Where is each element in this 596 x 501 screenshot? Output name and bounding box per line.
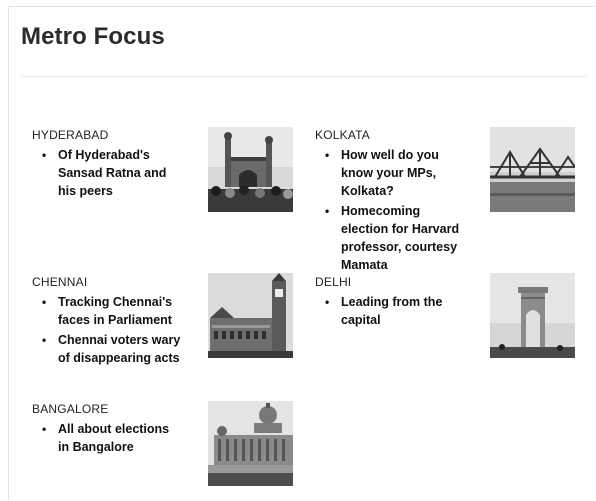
chennai-central-photo[interactable] [208, 273, 293, 358]
story-list: • Tracking Chennai's faces in Parliament … [32, 293, 182, 367]
story-list: • How well do you know your MPs, Kolkata?… [315, 146, 465, 274]
story-link[interactable]: • Tracking Chennai's faces in Parliament [32, 293, 182, 329]
india-gate-photo[interactable] [490, 273, 575, 358]
story-text[interactable]: Tracking Chennai's faces in Parliament [58, 295, 172, 327]
bullet-icon: • [42, 422, 47, 436]
story-link[interactable]: • All about elections in Bangalore [32, 420, 182, 456]
story-link[interactable]: • Homecoming election for Harvard profess… [315, 202, 465, 274]
howrah-bridge-photo[interactable] [490, 127, 575, 212]
story-link[interactable]: • Leading from the capital [315, 293, 465, 329]
vidhana-soudha-photo[interactable] [208, 401, 293, 486]
story-list: • All about elections in Bangalore [32, 420, 182, 456]
section-title: Metro Focus [21, 23, 165, 50]
charminar-photo[interactable] [208, 127, 293, 212]
title-divider [21, 76, 586, 77]
bullet-icon: • [325, 204, 330, 218]
story-link[interactable]: • Of Hyderabad's Sansad Ratna and his pee… [32, 146, 182, 200]
story-list: • Leading from the capital [315, 293, 465, 329]
story-text[interactable]: Of Hyderabad's Sansad Ratna and his peer… [58, 148, 166, 198]
bullet-icon: • [42, 148, 47, 162]
story-text[interactable]: Chennai voters wary of disappearing acts [58, 333, 180, 365]
story-text[interactable]: All about elections in Bangalore [58, 422, 169, 454]
story-list: • Of Hyderabad's Sansad Ratna and his pee… [32, 146, 182, 200]
story-link[interactable]: • How well do you know your MPs, Kolkata? [315, 146, 465, 200]
story-link[interactable]: • Chennai voters wary of disappearing act… [32, 331, 182, 367]
story-text[interactable]: Homecoming election for Harvard professo… [341, 204, 459, 272]
bullet-icon: • [42, 333, 47, 347]
bullet-icon: • [42, 295, 47, 309]
bullet-icon: • [325, 148, 330, 162]
story-text[interactable]: How well do you know your MPs, Kolkata? [341, 148, 439, 198]
bullet-icon: • [325, 295, 330, 309]
story-text[interactable]: Leading from the capital [341, 295, 442, 327]
